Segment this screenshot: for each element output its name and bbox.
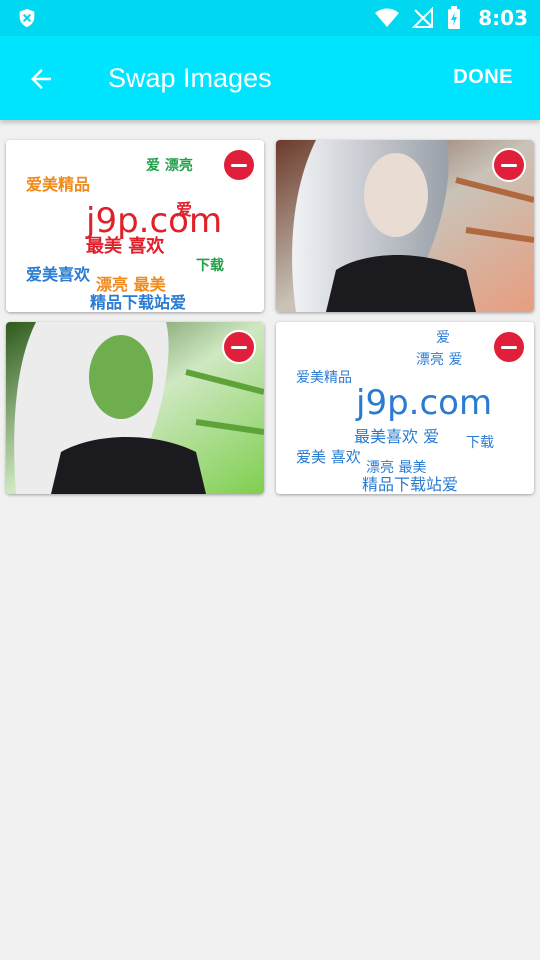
svg-text:精品下载站爱: 精品下载站爱 xyxy=(90,293,186,312)
done-button[interactable]: DONE xyxy=(453,66,513,89)
svg-text:下载: 下载 xyxy=(196,257,224,274)
arrow-back-icon[interactable] xyxy=(26,64,56,94)
app-bar: Swap Images DONE xyxy=(0,36,540,120)
remove-circle-icon[interactable] xyxy=(492,148,526,182)
svg-text:精品下载站爱: 精品下载站爱 xyxy=(362,475,458,494)
svg-text:爱美精品: 爱美精品 xyxy=(296,370,352,386)
status-time: 8:03 xyxy=(478,6,528,30)
svg-text:漂亮 爱: 漂亮 爱 xyxy=(416,351,462,368)
svg-text:最美喜欢 爱: 最美喜欢 爱 xyxy=(354,427,439,446)
image-card[interactable]: 爱 漂亮 爱 爱美精品 最美喜欢 爱 爱美 喜欢 漂亮 最美 精品下载站爱 下载… xyxy=(276,322,534,494)
remove-circle-icon[interactable] xyxy=(222,148,256,182)
image-card[interactable] xyxy=(6,322,264,494)
remove-circle-icon[interactable] xyxy=(492,330,526,364)
status-bar: 8:03 xyxy=(0,0,540,36)
no-signal-icon xyxy=(412,7,434,28)
svg-text:爱美精品: 爱美精品 xyxy=(26,175,90,194)
image-card[interactable] xyxy=(276,140,534,312)
svg-text:漂亮 最美: 漂亮 最美 xyxy=(96,275,167,294)
wifi-icon xyxy=(375,8,400,27)
brand-text: j9p.com xyxy=(355,383,492,423)
svg-text:下载: 下载 xyxy=(466,435,494,451)
page-title: Swap Images xyxy=(108,63,272,93)
remove-circle-icon[interactable] xyxy=(222,330,256,364)
image-card[interactable]: 爱美精品 爱 漂亮 最美 喜欢 爱美喜欢 漂亮 最美 精品下载站爱 爱 下载 j… xyxy=(6,140,264,312)
shield-x-icon xyxy=(19,8,35,28)
svg-text:漂亮 最美: 漂亮 最美 xyxy=(366,459,426,476)
svg-text:爱美喜欢: 爱美喜欢 xyxy=(26,265,91,284)
brand-text: j9p.com xyxy=(85,201,222,241)
svg-text:爱美 喜欢: 爱美 喜欢 xyxy=(296,448,361,466)
svg-text:爱 漂亮: 爱 漂亮 xyxy=(146,157,193,174)
svg-text:爱: 爱 xyxy=(436,330,450,346)
battery-charging-icon xyxy=(448,6,461,29)
